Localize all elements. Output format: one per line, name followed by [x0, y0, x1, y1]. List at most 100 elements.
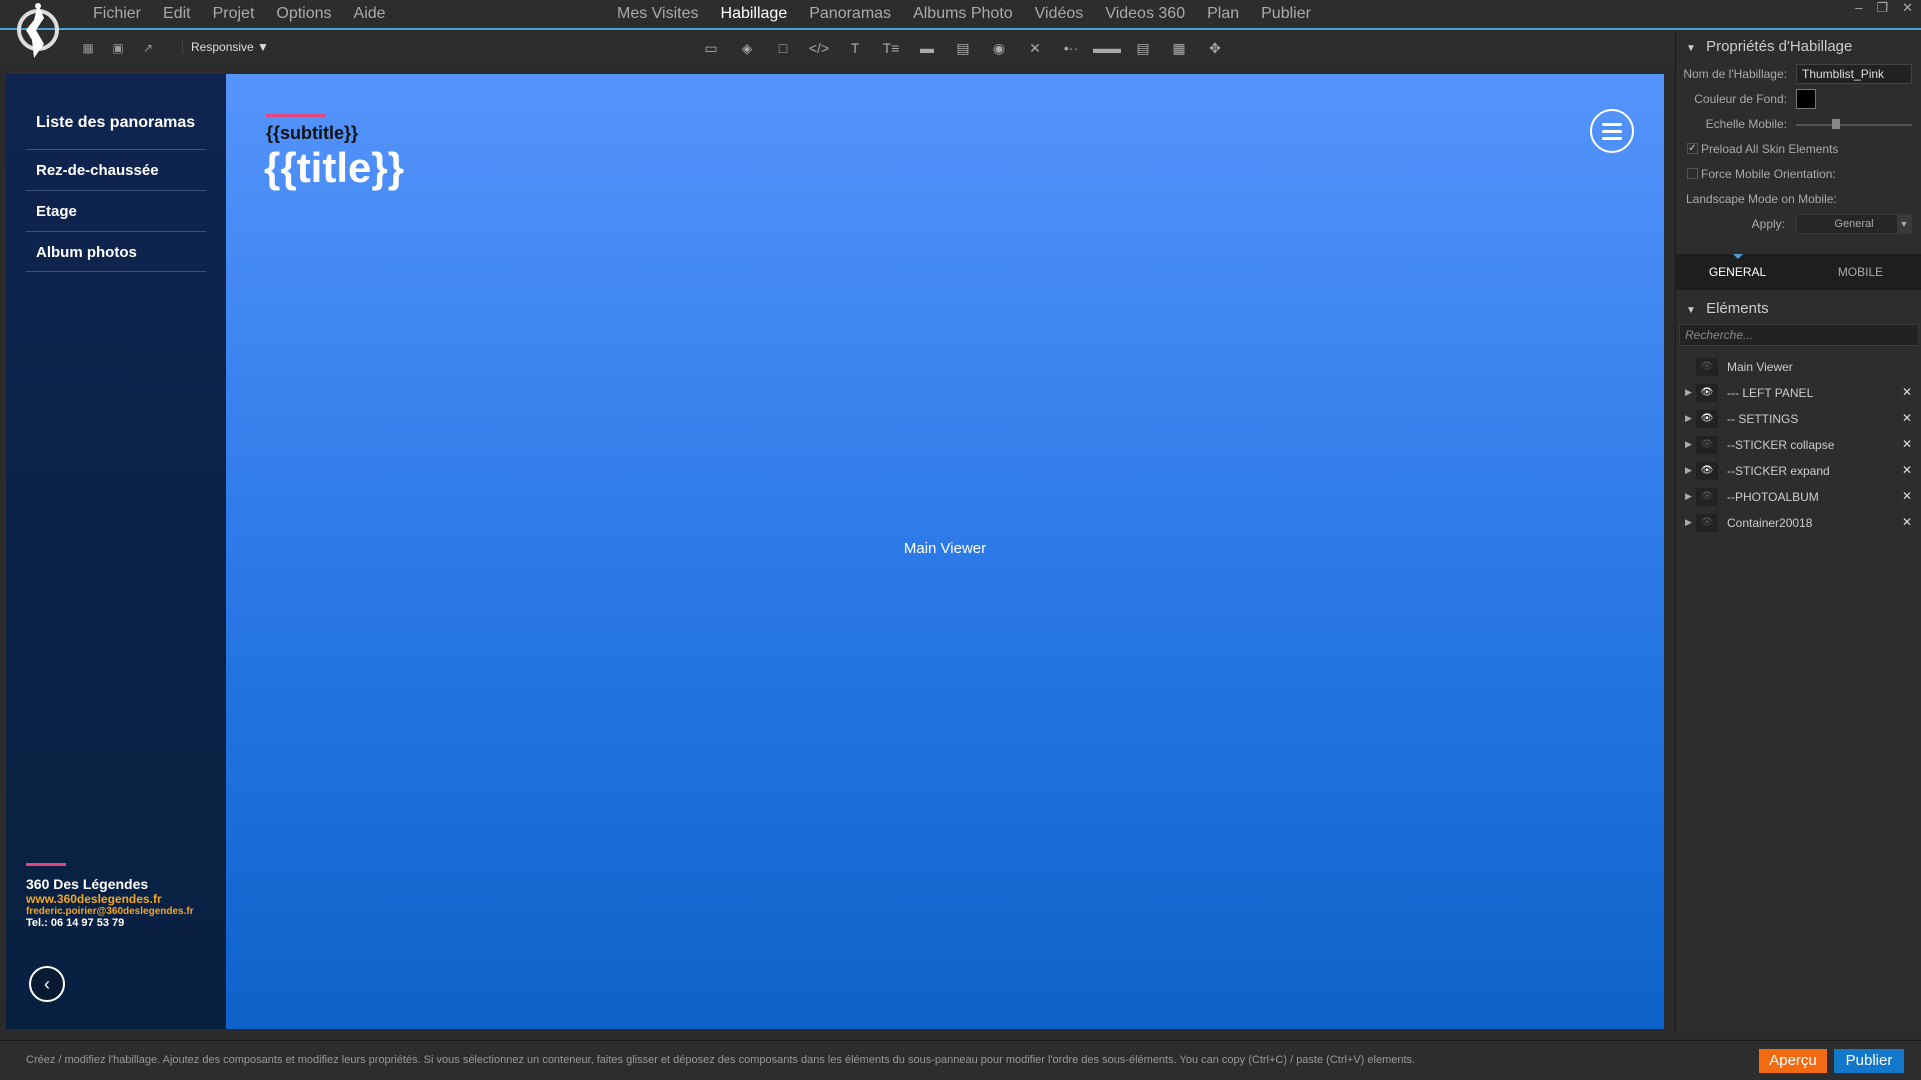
elements-tree: 👁 Main Viewer ▶ 👁 --- LEFT PANEL ✕ ▶ 👁 -- SETTIN…	[1676, 354, 1921, 536]
elements-title: Eléments	[1706, 300, 1769, 317]
menu-line	[1602, 122, 1622, 126]
image-icon[interactable]: ◈	[736, 39, 758, 57]
chevron-left-icon: ‹	[44, 973, 50, 994]
apply-row: Apply: General ▼	[1676, 212, 1921, 237]
tab-general[interactable]: GENERAL	[1676, 254, 1799, 290]
hamburger-menu-button[interactable]	[1590, 109, 1634, 153]
menu-line	[1602, 136, 1622, 140]
skin-name-field[interactable]: Thumblist_Pink	[1796, 64, 1912, 84]
tab-videos[interactable]: Vidéos	[1024, 0, 1095, 28]
delete-icon[interactable]: ✕	[1902, 489, 1912, 503]
email-link[interactable]: frederic.poirier@360deslegendes.fr	[26, 906, 216, 917]
element-row[interactable]: ▶ 👁 --STICKER collapse ✕	[1676, 432, 1921, 458]
toolbar: ▦ ▣ ↗ Responsive ▼ ▭ ◈ □ </> T T≡ ▬ ▤ ◉ …	[0, 32, 1675, 66]
tab-mes-visites[interactable]: Mes Visites	[606, 0, 710, 28]
publish-button[interactable]: Publier	[1834, 1049, 1904, 1073]
elements-search-input[interactable]: Recherche...	[1679, 324, 1919, 346]
minimize-icon[interactable]: –	[1855, 0, 1862, 20]
close-tool-icon[interactable]: ✕	[1024, 39, 1046, 57]
map-pin-icon[interactable]: ✥	[1204, 39, 1226, 57]
collapse-panel-button[interactable]: ‹	[29, 966, 65, 1002]
apply-select[interactable]: General ▼	[1796, 214, 1912, 234]
responsive-dropdown[interactable]: Responsive ▼	[182, 40, 269, 54]
menu-aide[interactable]: Aide	[343, 0, 397, 28]
close-icon[interactable]: ✕	[1902, 0, 1913, 20]
elements-header[interactable]: ▼ Eléments	[1676, 294, 1921, 324]
tab-habillage[interactable]: Habillage	[710, 0, 799, 28]
tab-videos-360[interactable]: Videos 360	[1094, 0, 1196, 28]
menu-options[interactable]: Options	[265, 0, 342, 28]
element-row[interactable]: ▶ 👁 -- SETTINGS ✕	[1676, 406, 1921, 432]
code-icon[interactable]: </>	[808, 39, 830, 57]
video-icon[interactable]: ▤	[952, 39, 974, 57]
visibility-eye-icon[interactable]: 👁	[1696, 410, 1718, 428]
menu-projet[interactable]: Projet	[202, 0, 266, 28]
dropdown-icon[interactable]: ▤	[1132, 39, 1154, 57]
container-icon[interactable]: □	[772, 39, 794, 57]
grid-icon[interactable]: ▦	[80, 40, 96, 56]
element-row[interactable]: ▶ 👁 --STICKER expand ✕	[1676, 458, 1921, 484]
delete-icon[interactable]: ✕	[1902, 515, 1912, 529]
tab-publier[interactable]: Publier	[1250, 0, 1322, 28]
force-orientation-checkbox[interactable]	[1687, 168, 1698, 179]
left-panel[interactable]: Liste des panoramas Rez-de-chaussée Etag…	[6, 74, 226, 1029]
slider-knob[interactable]	[1832, 119, 1840, 129]
menu-fichier[interactable]: Fichier	[82, 0, 152, 28]
delete-icon[interactable]: ✕	[1902, 385, 1912, 399]
panorama-item-album-photos[interactable]: Album photos	[26, 231, 206, 272]
preload-checkbox[interactable]: ✓	[1687, 143, 1698, 154]
element-name: --PHOTOALBUM	[1727, 490, 1819, 504]
toolbar-file-actions: ▦ ▣ ↗	[80, 40, 156, 56]
visibility-eye-icon[interactable]: 👁	[1696, 358, 1718, 376]
text-block-icon[interactable]: T≡	[880, 39, 902, 57]
visibility-eye-icon[interactable]: 👁	[1696, 514, 1718, 532]
preload-row: ✓ Preload All Skin Elements	[1676, 137, 1921, 162]
panorama-item-rez-de-chaussee[interactable]: Rez-de-chaussée	[26, 149, 206, 190]
mobile-scale-slider[interactable]	[1796, 124, 1912, 126]
save-icon[interactable]: ▣	[110, 40, 126, 56]
expand-arrow-icon[interactable]: ▶	[1685, 465, 1692, 476]
delete-icon[interactable]: ✕	[1902, 411, 1912, 425]
slider-icon[interactable]: •··	[1060, 39, 1082, 57]
tab-albums-photo[interactable]: Albums Photo	[902, 0, 1024, 28]
delete-icon[interactable]: ✕	[1902, 463, 1912, 477]
tab-mobile[interactable]: MOBILE	[1799, 254, 1921, 290]
expand-arrow-icon[interactable]: ▶	[1685, 387, 1692, 398]
expand-arrow-icon[interactable]: ▶	[1685, 491, 1692, 502]
visibility-eye-icon[interactable]: 👁	[1696, 488, 1718, 506]
text-icon[interactable]: T	[844, 39, 866, 57]
help-text: Créez / modifiez l'habillage. Ajoutez de…	[26, 1054, 1416, 1066]
bg-color-swatch[interactable]	[1796, 89, 1816, 109]
properties-header[interactable]: ▼ Propriétés d'Habillage	[1676, 32, 1921, 62]
progress-icon[interactable]: ▬▬	[1093, 39, 1121, 57]
target-icon[interactable]: ◉	[988, 39, 1010, 57]
restore-icon[interactable]: ❐	[1876, 0, 1888, 20]
visibility-eye-icon[interactable]: 👁	[1696, 462, 1718, 480]
menu-edit[interactable]: Edit	[152, 0, 202, 28]
preload-label: Preload All Skin Elements	[1701, 142, 1839, 156]
rectangle-icon[interactable]: ▭	[700, 39, 722, 57]
element-row[interactable]: ▶ 👁 --PHOTOALBUM ✕	[1676, 484, 1921, 510]
expand-arrow-icon[interactable]: ▶	[1685, 439, 1692, 450]
visibility-eye-icon[interactable]: 👁	[1696, 436, 1718, 454]
panorama-item-etage[interactable]: Etage	[26, 190, 206, 231]
element-name: --STICKER expand	[1727, 464, 1830, 478]
element-row[interactable]: ▶ 👁 --- LEFT PANEL ✕	[1676, 380, 1921, 406]
expand-arrow-icon[interactable]: ▶	[1685, 517, 1692, 528]
website-link[interactable]: www.360deslegendes.fr	[26, 892, 216, 906]
element-row[interactable]: 👁 Main Viewer	[1676, 354, 1921, 380]
element-row[interactable]: ▶ 👁 Container20018 ✕	[1676, 510, 1921, 536]
tab-plan[interactable]: Plan	[1196, 0, 1250, 28]
collapse-triangle-icon: ▼	[1686, 43, 1696, 54]
delete-icon[interactable]: ✕	[1902, 437, 1912, 451]
tab-panoramas[interactable]: Panoramas	[798, 0, 902, 28]
button-icon[interactable]: ▬	[916, 39, 938, 57]
visibility-eye-icon[interactable]: 👁	[1696, 384, 1718, 402]
export-icon[interactable]: ↗	[140, 40, 156, 56]
bg-color-label: Couleur de Fond:	[1694, 92, 1787, 106]
main-viewer[interactable]: {{subtitle}} {{title}} Main Viewer	[226, 74, 1664, 1029]
thumb-grid-icon[interactable]: ▦	[1168, 39, 1190, 57]
preview-button[interactable]: Aperçu	[1759, 1049, 1827, 1073]
expand-arrow-icon[interactable]: ▶	[1685, 413, 1692, 424]
contact-info: 360 Des Légendes www.360deslegendes.fr f…	[26, 863, 216, 929]
